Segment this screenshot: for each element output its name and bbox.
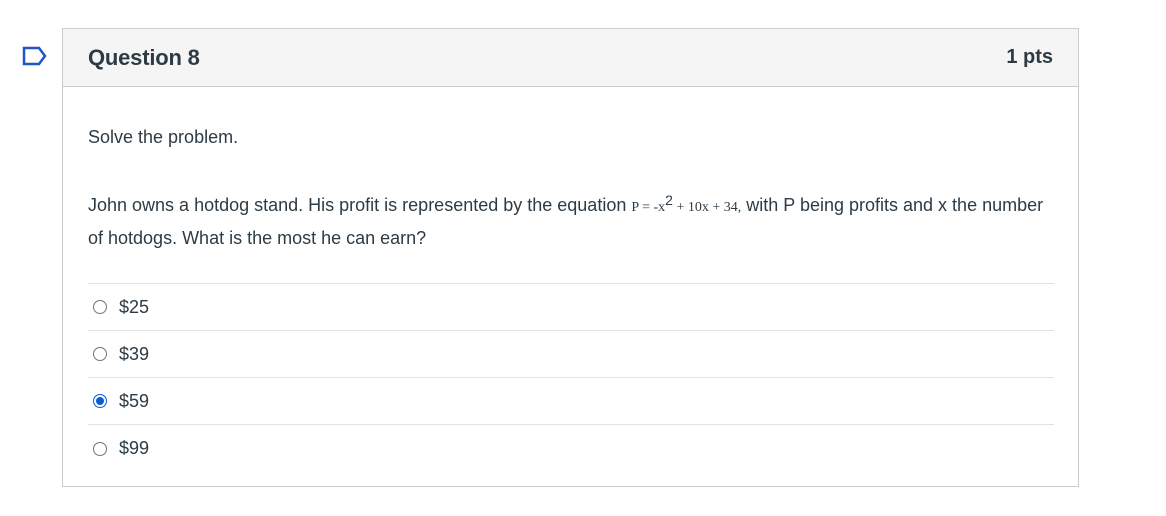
- answer-label: $99: [119, 438, 150, 458]
- equation-exponent: 2: [665, 192, 673, 208]
- question-body: Solve the problem. John owns a hotdog st…: [63, 87, 1078, 472]
- radio-button[interactable]: [93, 394, 107, 408]
- answer-label: $25: [119, 296, 150, 317]
- radio-button[interactable]: [93, 441, 107, 456]
- radio-button[interactable]: [93, 347, 107, 361]
- answer-option[interactable]: $39: [88, 331, 1054, 378]
- question-title: Question 8: [88, 44, 200, 70]
- question-header: Question 8 1 pts: [63, 29, 1078, 87]
- equation-rhs: + 10x + 34,: [672, 200, 742, 215]
- question-instruction: Solve the problem.: [88, 127, 239, 147]
- radio-button[interactable]: [93, 300, 107, 314]
- answer-option[interactable]: $99: [88, 425, 1054, 472]
- equation-lhs: P = -x: [631, 200, 666, 215]
- answer-list: $25 $39 $59 $99: [88, 283, 1054, 472]
- answer-option[interactable]: $25: [88, 284, 1054, 331]
- answer-label: $39: [119, 343, 150, 364]
- question-text: John owns a hotdog stand. His profit is …: [88, 185, 1058, 253]
- flag-question-icon[interactable]: [22, 46, 48, 66]
- quiz-page: Question 8 1 pts Solve the problem. John…: [0, 0, 1166, 516]
- problem-text-start: John owns a hotdog stand. His profit is …: [88, 195, 632, 215]
- answer-option[interactable]: $59: [88, 378, 1054, 425]
- equation: P = -x2 + 10x + 34,: [631, 192, 742, 215]
- question-points: 1 pts: [1006, 46, 1053, 68]
- question-card: Question 8 1 pts Solve the problem. John…: [62, 28, 1079, 487]
- answer-label: $59: [119, 390, 150, 411]
